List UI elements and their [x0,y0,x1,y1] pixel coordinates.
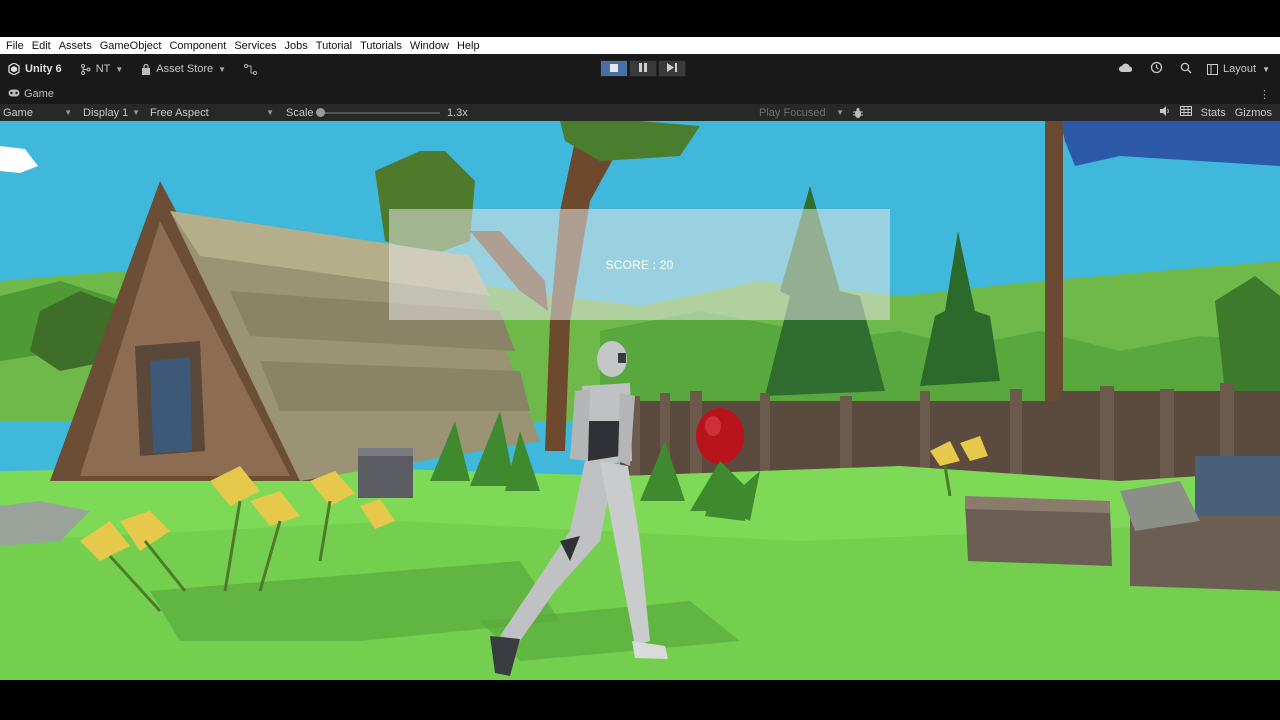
main-toolbar: Unity 6 NT ▼ Asset Store ▼ Layout ▼ [0,54,1280,84]
cloud-button[interactable] [1115,58,1137,80]
search-icon [1180,62,1192,77]
scale-label: Scale [286,106,314,119]
display-dropdown[interactable]: Display 1 ▼ [83,104,143,121]
layout-dropdown[interactable]: Layout ▼ [1207,63,1270,75]
branch-icon [80,63,91,75]
chevron-down-icon: ▼ [836,108,844,117]
chevron-down-icon: ▼ [132,108,140,117]
menu-window[interactable]: Window [410,40,449,52]
chevron-down-icon: ▼ [266,108,274,117]
lock-bag-icon [141,63,151,75]
tab-game[interactable]: Game [8,88,54,100]
menu-edit[interactable]: Edit [32,40,51,52]
aspect-label: Free Aspect [150,106,209,119]
game-scene [0,121,1280,680]
unity-account-button[interactable]: Unity 6 [8,63,62,75]
scale-value: 1.3x [447,106,468,119]
game-options-bar: Game ▼ Display 1 ▼ Free Aspect ▼ Scale 1… [0,104,1280,121]
scale-slider-handle[interactable] [316,108,325,117]
game-mode-label: Game [3,106,33,119]
speaker-icon[interactable] [1159,106,1171,119]
cloud-icon [1119,63,1133,76]
menu-gameobject[interactable]: GameObject [100,40,162,52]
search-button[interactable] [1175,58,1197,80]
step-icon [667,62,677,75]
play-controls [600,60,687,77]
pause-button[interactable] [629,60,657,77]
scale-slider-track[interactable] [320,112,440,114]
game-controller-icon [8,88,20,100]
stop-button[interactable] [600,60,628,77]
menu-assets[interactable]: Assets [59,40,92,52]
history-button[interactable] [1145,58,1167,80]
game-viewport[interactable]: SCORE : 20 [0,121,1280,680]
stats-button[interactable]: Stats [1201,107,1226,119]
menu-tutorials[interactable]: Tutorials [360,40,402,52]
play-focused-label: Play Focused [759,106,826,119]
step-button[interactable] [658,60,686,77]
grid-icon[interactable] [1179,106,1192,119]
game-tab-bar: Game ⋮ [0,84,1280,104]
pause-icon [639,62,647,75]
history-icon [1150,61,1163,77]
menu-jobs[interactable]: Jobs [285,40,308,52]
aspect-dropdown[interactable]: Free Aspect ▼ [150,104,277,121]
menu-services[interactable]: Services [234,40,276,52]
score-text: SCORE : 20 [605,257,674,272]
menu-bar: File Edit Assets GameObject Component Se… [0,37,1280,54]
play-focused-dropdown[interactable]: Play Focused ▼ [759,104,847,121]
menu-help[interactable]: Help [457,40,480,52]
gizmos-button[interactable]: Gizmos [1235,107,1272,119]
asset-store-label: Asset Store [156,63,214,75]
chevron-down-icon: ▼ [115,64,124,74]
account-dropdown[interactable]: NT ▼ [80,63,124,75]
layout-label: Layout [1223,63,1257,75]
layout-icon [1207,63,1219,75]
game-mode-dropdown[interactable]: Game ▼ [3,104,75,121]
menu-component[interactable]: Component [169,40,226,52]
letterbox-bottom [0,680,1280,720]
asset-store-dropdown[interactable]: Asset Store ▼ [141,63,226,75]
menu-file[interactable]: File [6,40,24,52]
score-panel: SCORE : 20 [389,209,890,320]
stop-icon [610,63,618,75]
kebab-menu-icon[interactable]: ⋮ [1259,88,1270,101]
tab-game-label: Game [24,88,54,100]
chevron-down-icon: ▼ [218,64,227,74]
letterbox-top [0,0,1280,37]
display-label: Display 1 [83,106,129,119]
unity-logo-icon [8,63,20,75]
menu-tutorial[interactable]: Tutorial [316,40,352,52]
account-label: NT [95,63,111,75]
chevron-down-icon: ▼ [1262,64,1270,74]
unity-version-label: Unity 6 [25,63,62,75]
chevron-down-icon: ▼ [64,108,72,117]
version-control-button[interactable] [244,63,262,75]
branch-icon [244,63,258,75]
bug-icon[interactable] [852,104,864,121]
red-ball-collectible [696,408,744,464]
